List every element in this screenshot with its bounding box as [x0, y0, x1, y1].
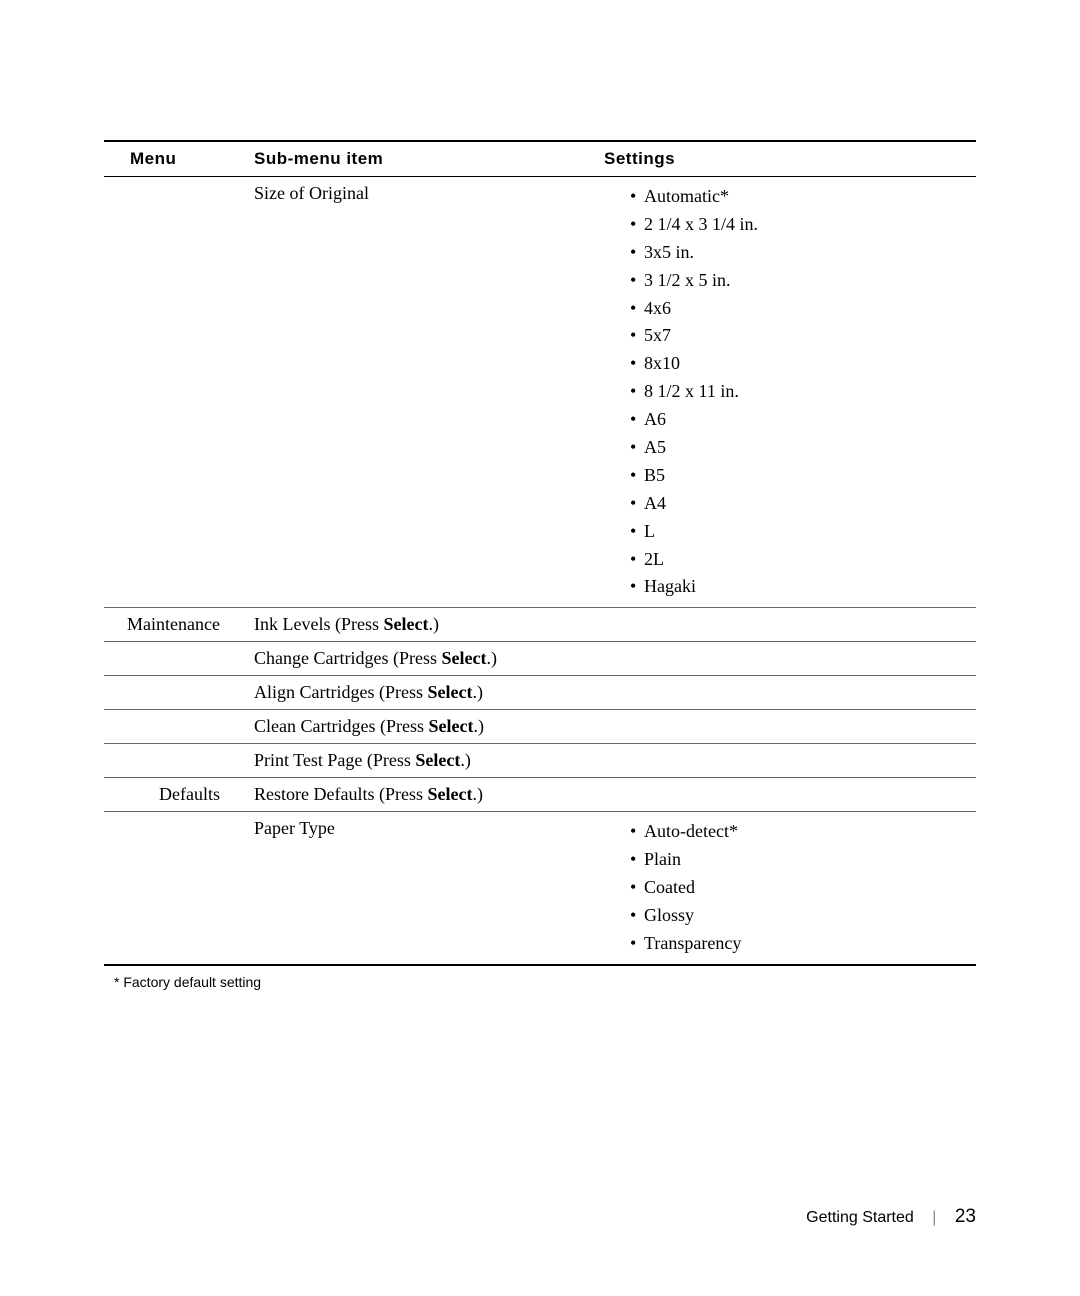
footnote: * Factory default setting — [104, 974, 976, 990]
list-item: Coated — [630, 874, 976, 902]
header-settings: Settings — [604, 141, 976, 177]
sub-ink-levels: Ink Levels (Press Select.) — [254, 608, 976, 642]
list-item: A5 — [630, 434, 976, 462]
size-of-original-options: Automatic* 2 1/4 x 3 1/4 in. 3x5 in. 3 1… — [604, 183, 976, 601]
header-sub: Sub-menu item — [254, 141, 604, 177]
list-item: 2 1/4 x 3 1/4 in. — [630, 211, 976, 239]
list-item: 4x6 — [630, 295, 976, 323]
sub-align-cartridges: Align Cartridges (Press Select.) — [254, 676, 976, 710]
list-item: Automatic* — [630, 183, 976, 211]
list-item: A4 — [630, 490, 976, 518]
header-menu: Menu — [104, 141, 254, 177]
menu-defaults: Defaults — [104, 778, 254, 812]
list-item: L — [630, 518, 976, 546]
footer-section: Getting Started — [806, 1209, 914, 1226]
sub-paper-type: Paper Type — [254, 812, 604, 965]
list-item: Glossy — [630, 902, 976, 930]
paper-type-options: Auto-detect* Plain Coated Glossy Transpa… — [604, 818, 976, 957]
sub-change-cartridges: Change Cartridges (Press Select.) — [254, 642, 976, 676]
menu-table: Menu Sub-menu item Settings Size of Orig… — [104, 140, 976, 966]
list-item: 2L — [630, 546, 976, 574]
list-item: Auto-detect* — [630, 818, 976, 846]
list-item: 5x7 — [630, 322, 976, 350]
footer-page-number: 23 — [955, 1206, 976, 1227]
sub-size-of-original: Size of Original — [254, 177, 604, 608]
list-item: 3x5 in. — [630, 239, 976, 267]
footer-separator: | — [932, 1209, 936, 1226]
page-footer: Getting Started | 23 — [806, 1206, 976, 1228]
list-item: Plain — [630, 846, 976, 874]
list-item: A6 — [630, 406, 976, 434]
sub-restore-defaults: Restore Defaults (Press Select.) — [254, 778, 976, 812]
list-item: Transparency — [630, 930, 976, 958]
sub-clean-cartridges: Clean Cartridges (Press Select.) — [254, 710, 976, 744]
list-item: 3 1/2 x 5 in. — [630, 267, 976, 295]
sub-print-test-page: Print Test Page (Press Select.) — [254, 744, 976, 778]
list-item: 8x10 — [630, 350, 976, 378]
list-item: 8 1/2 x 11 in. — [630, 378, 976, 406]
list-item: Hagaki — [630, 573, 976, 601]
list-item: B5 — [630, 462, 976, 490]
menu-maintenance: Maintenance — [104, 608, 254, 642]
